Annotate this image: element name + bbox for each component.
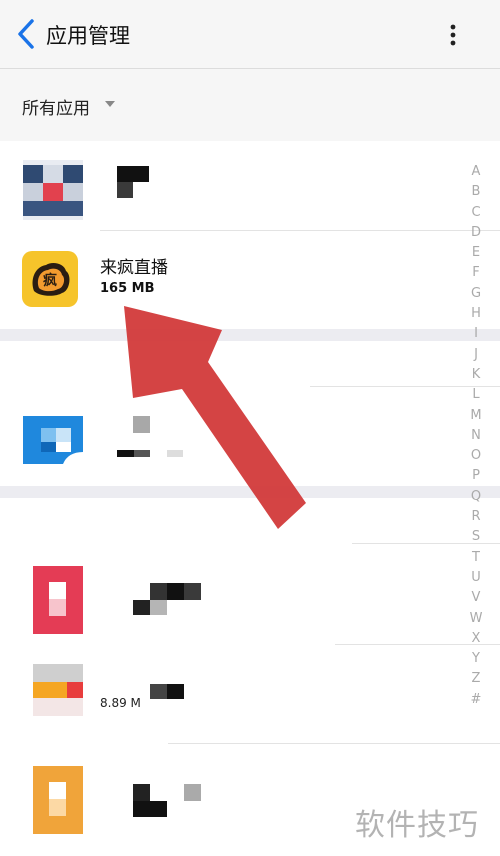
row-divider <box>100 230 500 231</box>
dropdown-caret-icon <box>105 101 115 107</box>
page-title: 应用管理 <box>46 24 130 48</box>
filter-label: 所有应用 <box>22 99 90 119</box>
obscured-text <box>167 583 184 600</box>
index-letter[interactable]: A <box>462 162 490 182</box>
obscured-text <box>133 166 149 182</box>
obscured-text <box>184 784 201 801</box>
index-letter[interactable]: N <box>462 426 490 446</box>
obscured-text <box>133 801 167 817</box>
index-letter[interactable]: X <box>462 629 490 649</box>
obscured-text <box>150 583 167 600</box>
divider-band <box>0 486 500 498</box>
app-icon <box>33 566 83 634</box>
app-icon <box>33 766 83 834</box>
index-letter[interactable]: D <box>462 223 490 243</box>
obscured-text <box>117 182 133 198</box>
index-letter[interactable]: I <box>462 324 490 344</box>
app-name: 来疯直播 <box>100 258 168 278</box>
index-letter[interactable]: G <box>462 284 490 304</box>
index-letter[interactable]: H <box>462 304 490 324</box>
divider-band <box>0 329 500 341</box>
app-size: 8.89 M <box>100 696 141 710</box>
obscured-text <box>167 684 184 699</box>
index-letter[interactable]: P <box>462 466 490 486</box>
index-letter[interactable]: R <box>462 507 490 527</box>
index-letter[interactable]: C <box>462 203 490 223</box>
index-letter[interactable]: V <box>462 588 490 608</box>
obscured-text <box>167 450 183 457</box>
index-letter[interactable]: M <box>462 406 490 426</box>
obscured-text <box>133 600 150 615</box>
back-button[interactable] <box>12 17 42 51</box>
app-size: 165 MB <box>100 281 155 296</box>
top-bar: 应用管理 <box>0 0 500 69</box>
index-letter[interactable]: E <box>462 243 490 263</box>
index-letter[interactable]: T <box>462 548 490 568</box>
index-letter[interactable]: U <box>462 568 490 588</box>
app-filter-dropdown[interactable]: 所有应用 <box>0 69 500 141</box>
app-icon <box>33 664 83 716</box>
watermark-text: 软件技巧 <box>355 808 479 843</box>
obscured-text <box>117 166 133 182</box>
index-letter[interactable]: W <box>462 609 490 629</box>
row-divider <box>168 743 500 744</box>
index-letter[interactable]: L <box>462 385 490 405</box>
obscured-text <box>133 784 150 801</box>
more-vertical-icon <box>450 24 456 46</box>
obscured-text <box>134 450 150 457</box>
index-letter[interactable]: O <box>462 446 490 466</box>
obscured-text <box>117 450 134 457</box>
index-letter[interactable]: J <box>462 345 490 365</box>
app-icon <box>23 160 83 220</box>
index-letter[interactable]: Y <box>462 649 490 669</box>
more-options-button[interactable] <box>438 20 468 50</box>
index-letter[interactable]: B <box>462 182 490 202</box>
obscured-text <box>133 416 150 433</box>
laifeng-app-icon: 疯 <box>22 251 78 307</box>
alphabet-index-bar[interactable]: A B C D E F G H I J K L M N O P Q R S T U V W X Y Z # <box>462 162 490 710</box>
app-icon <box>23 416 83 464</box>
index-letter[interactable]: F <box>462 263 490 283</box>
index-letter[interactable]: S <box>462 527 490 547</box>
index-letter[interactable]: Q <box>462 487 490 507</box>
obscured-text <box>184 583 201 600</box>
index-letter[interactable]: # <box>462 690 490 710</box>
obscured-text <box>150 684 167 699</box>
chevron-left-icon <box>18 19 34 49</box>
index-letter[interactable]: Z <box>462 669 490 689</box>
svg-text:疯: 疯 <box>43 272 57 289</box>
obscured-text <box>150 600 167 615</box>
index-letter[interactable]: K <box>462 365 490 385</box>
